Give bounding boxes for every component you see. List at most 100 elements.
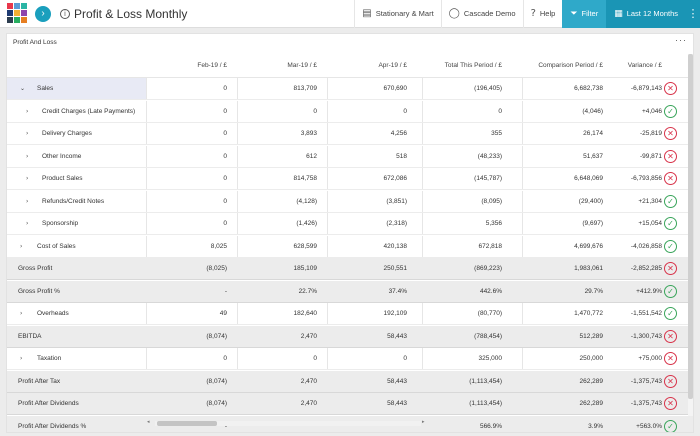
row-label-cell[interactable]: › Sponsorship	[7, 213, 147, 234]
row-label-cell[interactable]: › Delivery Charges	[7, 123, 147, 144]
table-cell: 0	[403, 355, 407, 362]
row-label: Profit After Dividends %	[18, 422, 87, 430]
logo-tile	[14, 16, 20, 23]
table-row[interactable]: › Taxation 0 0 0 325,000 250,000 +75,000 ✕	[7, 348, 693, 370]
calendar-icon: ▦	[614, 8, 623, 19]
table-cell: -1,300,743	[630, 332, 662, 340]
chevron-down-icon[interactable]: ⌄	[20, 85, 25, 92]
table-cell: 672,086	[383, 175, 408, 182]
row-label-cell[interactable]: › Overheads	[7, 303, 147, 324]
table-cell: 58,443	[387, 377, 407, 385]
cross-circle-icon: ✕	[664, 374, 677, 388]
chevron-right-icon[interactable]: ›	[26, 198, 28, 205]
cross-circle-icon: ✕	[664, 172, 677, 185]
row-label-cell[interactable]: › Product Sales	[7, 168, 147, 189]
logo-tile	[21, 2, 27, 9]
row-label: Gross Profit	[18, 265, 53, 272]
table-row: EBITDA (8,074) 2,470 58,443 (788,454) 512,289…	[7, 325, 693, 348]
app-logo[interactable]	[7, 2, 29, 25]
scroll-right-arrow-icon[interactable]: ▸	[422, 419, 425, 425]
table-cell: -1,551,542	[630, 310, 662, 317]
table-cell: 2,470	[300, 332, 317, 340]
table-row[interactable]: › Cost of Sales 8,025 628,599 420,138 672,818…	[7, 235, 693, 258]
period-selector-button[interactable]: ▦ Last 12 Months	[606, 0, 686, 28]
table-cell: +75,000	[638, 355, 662, 362]
filter-label: Filter	[581, 9, 599, 18]
table-cell: 0	[498, 107, 502, 115]
check-circle-icon: ✓	[664, 104, 677, 118]
chevron-right-icon[interactable]: ›	[26, 130, 28, 137]
check-circle-icon: ✓	[664, 217, 677, 230]
table-cell: (8,074)	[206, 332, 227, 340]
row-label-cell[interactable]: › Credit Charges (Late Payments)	[7, 100, 147, 122]
column-header[interactable]: Total This Period / £	[412, 62, 502, 69]
vertical-scrollbar[interactable]	[688, 54, 693, 416]
panel-menu-icon[interactable]: ···	[675, 35, 687, 45]
table-cell: -25,819	[639, 130, 662, 137]
table-row[interactable]: › Other Income 0 612 518 (48,233) 51,637 -99,87…	[7, 145, 693, 168]
chevron-right-icon[interactable]: ›	[26, 153, 28, 160]
table-row: Profit After Tax (8,074) 2,470 58,443 (1,113…	[7, 370, 693, 393]
horizontal-scroll-thumb[interactable]	[157, 421, 217, 426]
table-cell: -1,375,743	[630, 377, 662, 385]
table-row[interactable]: › Sponsorship 0 (1,426) (2,318) 5,356 (9,697) +…	[7, 213, 693, 235]
row-label-cell: Profit After Dividends	[7, 393, 147, 414]
chevron-right-icon[interactable]: ›	[20, 310, 22, 317]
chevron-right-icon[interactable]: ›	[26, 220, 28, 227]
row-label-cell[interactable]: › Refunds/Credit Notes	[7, 190, 147, 212]
table-cell: 8,025	[210, 242, 227, 250]
chevron-right-icon[interactable]: ›	[20, 355, 22, 362]
help-button[interactable]: ? Help	[522, 0, 563, 28]
panel-title: Profit And Loss	[13, 39, 57, 46]
table-cell: (1,426)	[296, 220, 317, 227]
table-cell: (869,223)	[474, 265, 502, 272]
info-icon[interactable]: i	[60, 8, 70, 19]
row-label: Taxation	[37, 355, 62, 362]
table-cell: (3,851)	[386, 197, 407, 205]
table-row[interactable]: › Overheads 49 182,640 192,109 (80,770) 1,470,…	[7, 303, 693, 325]
column-header[interactable]: Mar-19 / £	[227, 62, 317, 69]
horizontal-scrollbar[interactable]: ◂ ▸	[147, 419, 429, 427]
table-cell: 0	[223, 220, 227, 227]
more-options-icon[interactable]: ⋮	[686, 0, 700, 28]
scroll-left-arrow-icon[interactable]: ◂	[147, 419, 150, 425]
funnel-icon: ⏷	[570, 8, 578, 19]
table-cell: 0	[223, 85, 227, 92]
table-cell: -99,871	[639, 152, 662, 160]
chevron-right-icon[interactable]: ›	[26, 175, 28, 182]
table-cell: (196,405)	[474, 85, 502, 92]
table-cell: (8,025)	[206, 265, 227, 272]
column-header[interactable]: Feb-19 / £	[137, 62, 227, 69]
table-row[interactable]: › Credit Charges (Late Payments) 0 0 0 0 (4,04…	[7, 100, 693, 123]
vertical-scroll-thumb[interactable]	[688, 54, 693, 399]
table-cell: 0	[223, 152, 227, 160]
row-label-cell[interactable]: ⌄ Sales	[7, 78, 147, 99]
table-cell: 192,109	[383, 310, 408, 317]
user-menu[interactable]: ◯ Cascade Demo	[440, 0, 523, 28]
company-selector[interactable]: ▤ Stationary & Mart	[354, 0, 440, 28]
chevron-right-icon[interactable]: ›	[26, 108, 28, 115]
page-title: Profit & Loss Monthly	[74, 6, 188, 21]
expand-sidebar-button[interactable]: ›	[35, 5, 51, 22]
row-label-cell[interactable]: › Cost of Sales	[7, 235, 147, 257]
table-row[interactable]: › Delivery Charges 0 3,893 4,256 355 26,174 -25…	[7, 123, 693, 145]
chevron-right-icon[interactable]: ›	[20, 243, 22, 250]
table-cell: 250,551	[383, 265, 408, 272]
table-row[interactable]: › Product Sales 0 814,758 672,086 (145,787) 6,…	[7, 168, 693, 190]
table-row[interactable]: ⌄ Sales 0 813,709 670,690 (196,405) 6,682,738-…	[7, 78, 693, 100]
column-header[interactable]: Variance / £	[572, 62, 662, 69]
check-circle-icon: ✓	[664, 307, 677, 320]
company-name: Stationary & Mart	[375, 9, 434, 18]
table-cell: 0	[313, 355, 317, 362]
table-row[interactable]: › Refunds/Credit Notes 0 (4,128) (3,851) (8,0…	[7, 190, 693, 213]
table-cell: (8,074)	[206, 400, 227, 407]
table-cell: (48,233)	[477, 152, 502, 160]
table-cell: 58,443	[387, 332, 407, 340]
row-label-cell[interactable]: › Other Income	[7, 145, 147, 167]
table-cell: (8,095)	[481, 197, 502, 205]
logo-tile	[14, 2, 20, 9]
column-header[interactable]: Apr-19 / £	[317, 62, 407, 69]
row-label-cell[interactable]: › Taxation	[7, 348, 147, 369]
cross-circle-icon: ✕	[664, 397, 677, 410]
filter-button[interactable]: ⏷ Filter	[562, 0, 607, 28]
